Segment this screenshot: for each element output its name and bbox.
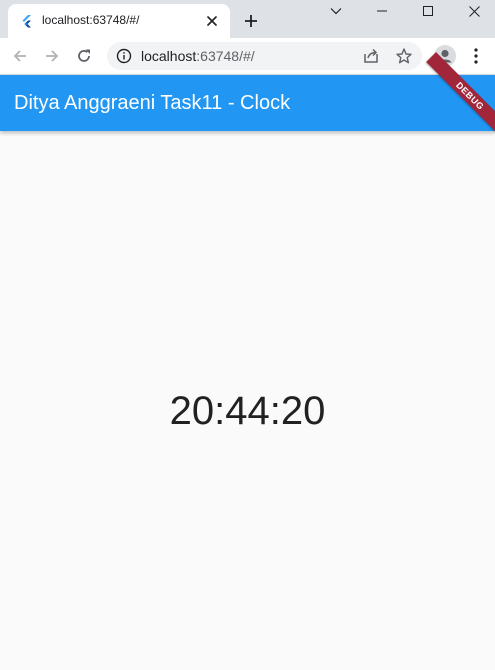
tab-strip: localhost:63748/#/ xyxy=(0,0,495,38)
clock-display: 20:44:20 xyxy=(169,389,326,433)
url-path: :63748/#/ xyxy=(196,48,255,64)
tab-close-icon[interactable] xyxy=(204,13,220,29)
chevron-down-icon[interactable] xyxy=(313,0,359,22)
flutter-icon xyxy=(20,14,34,28)
forward-arrow-icon[interactable] xyxy=(39,43,65,69)
url-host: localhost xyxy=(141,48,197,64)
url-text[interactable]: localhost:63748/#/ xyxy=(141,48,255,64)
info-icon[interactable] xyxy=(116,48,132,64)
app-body: 20:44:20 xyxy=(0,131,495,670)
minimize-icon[interactable] xyxy=(359,0,405,22)
plus-icon[interactable] xyxy=(240,10,262,32)
bookmark-star-icon[interactable] xyxy=(395,47,413,65)
browser-window: localhost:63748/#/ localhost:63748/#/ Di… xyxy=(0,0,495,670)
app-bar: Ditya Anggraeni Task11 - Clock DEBUG xyxy=(0,52,495,140)
tab-title: localhost:63748/#/ xyxy=(42,13,140,27)
maximize-icon[interactable] xyxy=(405,0,451,22)
close-icon[interactable] xyxy=(451,0,495,22)
reload-icon[interactable] xyxy=(71,43,97,69)
page-title: Ditya Anggraeni Task11 - Clock xyxy=(14,92,291,114)
kebab-menu-icon[interactable] xyxy=(466,45,486,67)
share-icon[interactable] xyxy=(362,47,380,65)
browser-tab[interactable]: localhost:63748/#/ xyxy=(8,4,230,38)
browser-toolbar: localhost:63748/#/ xyxy=(0,38,495,75)
back-arrow-icon[interactable] xyxy=(7,43,33,69)
address-bar[interactable]: localhost:63748/#/ xyxy=(107,42,422,70)
